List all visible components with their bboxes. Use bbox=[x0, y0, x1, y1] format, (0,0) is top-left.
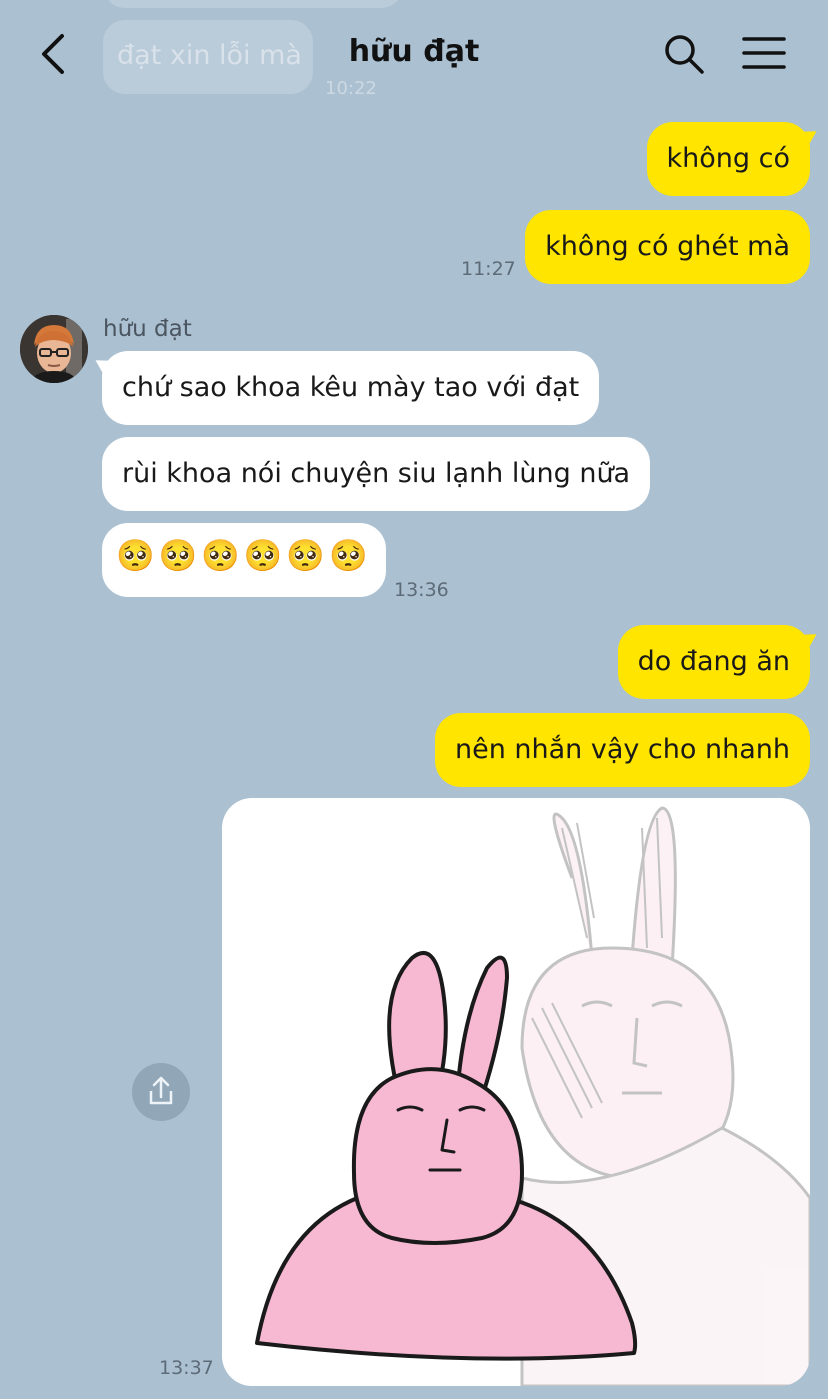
my-message-bubble[interactable]: nên nhắn vậy cho nhanh bbox=[434, 713, 810, 787]
my-message-bubble[interactable]: do đang ăn bbox=[617, 625, 810, 699]
received-message-bubble[interactable]: rùi khoa nói chuyện siu lạnh lùng nữa bbox=[102, 437, 651, 511]
avatar[interactable] bbox=[20, 315, 88, 383]
sender-name: hữu đạt bbox=[103, 316, 192, 342]
received-message-bubble[interactable]: chứ sao khoa kêu mày tao với đạt bbox=[102, 351, 600, 425]
hamburger-menu-icon[interactable] bbox=[741, 35, 787, 71]
my-message-bubble[interactable]: không có ghét mà bbox=[525, 210, 810, 284]
received-emoji-bubble[interactable]: 🥺🥺🥺🥺🥺🥺 bbox=[102, 523, 386, 597]
message-timestamp: 13:36 bbox=[394, 579, 449, 601]
search-icon[interactable] bbox=[662, 32, 706, 76]
my-message-bubble[interactable]: không có bbox=[646, 122, 810, 196]
message-timestamp: 11:27 bbox=[461, 258, 516, 280]
share-icon bbox=[149, 1076, 173, 1105]
sticker-image[interactable] bbox=[222, 798, 810, 1386]
share-button[interactable] bbox=[132, 1063, 190, 1121]
faded-previous-bubble-top bbox=[103, 0, 403, 8]
message-timestamp: 13:37 bbox=[159, 1357, 214, 1379]
faded-previous-time: 10:22 bbox=[325, 78, 377, 99]
